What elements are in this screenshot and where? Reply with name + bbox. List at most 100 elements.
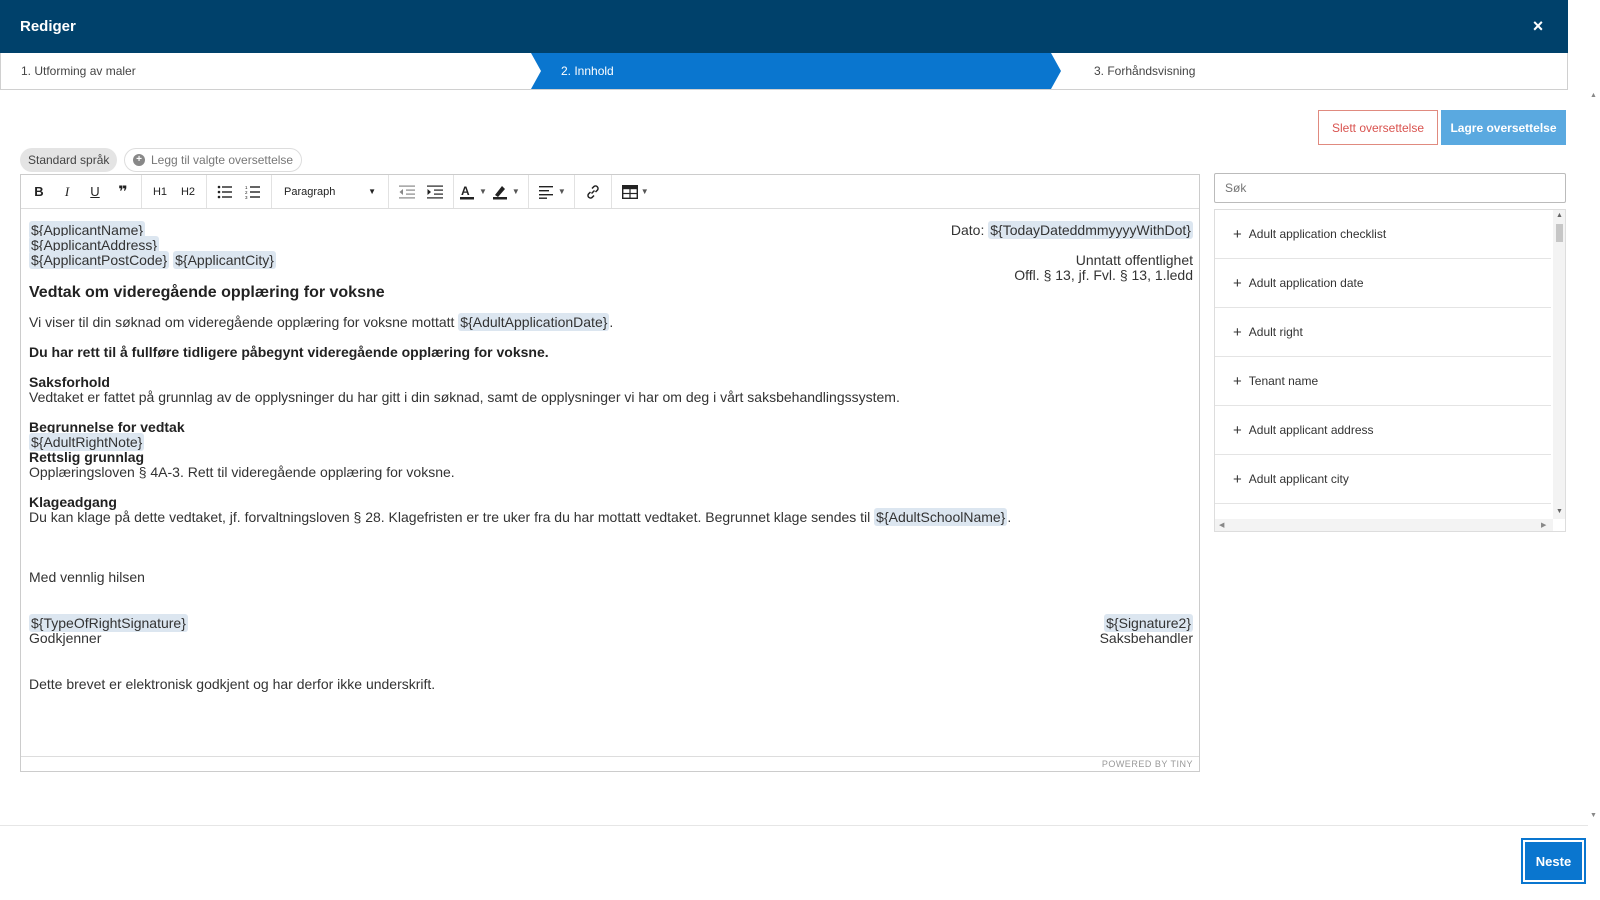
- table-icon: [621, 184, 638, 199]
- page-scrollbar[interactable]: ▲ ▼: [1588, 90, 1600, 825]
- save-translation-button[interactable]: Lagre oversettelse: [1441, 110, 1566, 145]
- table-group: ▼: [612, 175, 657, 208]
- appeal-end: .: [1007, 509, 1012, 525]
- underline-button[interactable]: U: [81, 179, 109, 205]
- placeholder-tag: ${ApplicantCity}: [173, 251, 276, 269]
- date-label: Dato:: [950, 222, 985, 238]
- rich-text-editor[interactable]: B I U ❞ H1 H2 123 Paragraph ▼ A ▼ ▼ ▼ ▼ …: [20, 174, 1200, 772]
- indent-group: [389, 175, 454, 208]
- table-button[interactable]: ▼: [616, 179, 653, 205]
- highlight-color-button[interactable]: ▼: [491, 179, 524, 205]
- step-content[interactable]: 2. Innhold: [561, 53, 614, 89]
- signature-role-approver: Godkjenner: [29, 630, 102, 646]
- case-heading: Saksforhold: [29, 374, 110, 390]
- placeholder-tag: ${AdultSchoolName}: [874, 508, 1008, 526]
- h2-button[interactable]: H2: [174, 179, 202, 205]
- right-statement: Du har rett til å fullføre tidligere påb…: [29, 344, 549, 360]
- footer-note: Dette brevet er elektronisk godkjent og …: [29, 676, 436, 692]
- exempt-line-1: Unntatt offentlighet: [1075, 252, 1193, 268]
- intro-end: .: [609, 314, 614, 330]
- list-item-label: Adult right: [1248, 325, 1303, 339]
- scroll-up-icon[interactable]: ▲: [1590, 92, 1597, 99]
- block-format-select[interactable]: Paragraph ▼: [276, 179, 384, 205]
- document-heading: Vedtak om videregående opplæring for vok…: [29, 284, 385, 301]
- placeholder-tag: ${ApplicantPostCode}: [29, 251, 170, 269]
- indent-icon[interactable]: [421, 179, 449, 205]
- block-format-value: Paragraph: [284, 185, 336, 198]
- plus-icon: +: [1233, 470, 1242, 488]
- chevron-down-icon: ▼: [368, 187, 376, 196]
- plus-icon: +: [1233, 225, 1242, 243]
- align-left-icon: [538, 185, 553, 199]
- chevron-down-icon: ▼: [511, 187, 520, 196]
- wizard-stepper: 1. Utforming av maler 2. Innhold 3. Forh…: [0, 53, 1568, 90]
- list-group: 123: [207, 175, 272, 208]
- align-button[interactable]: ▼: [533, 179, 570, 205]
- link-icon[interactable]: [579, 179, 607, 205]
- heading-group: H1 H2: [142, 175, 207, 208]
- greeting: Med vennlig hilsen: [29, 569, 145, 585]
- plus-icon: +: [1233, 323, 1242, 341]
- scroll-left-icon[interactable]: ◀: [1219, 521, 1224, 529]
- h1-button[interactable]: H1: [146, 179, 174, 205]
- blockquote-button[interactable]: ❞: [109, 179, 137, 205]
- powered-by-label[interactable]: POWERED BY TINY: [1102, 759, 1193, 769]
- format-group: B I U ❞: [21, 175, 142, 208]
- scroll-down-icon[interactable]: ▼: [1590, 812, 1597, 819]
- text-color-icon: A: [460, 184, 474, 199]
- add-translation-label: Legg til valgte oversettelse: [151, 153, 294, 167]
- scroll-right-icon[interactable]: ▶: [1541, 521, 1546, 529]
- exempt-line-2: Offl. § 13, jf. Fvl. § 13, 1.ledd: [1014, 267, 1193, 283]
- intro-text: Vi viser til din søknad om videregående …: [29, 314, 455, 330]
- text-color-button[interactable]: A ▼: [458, 179, 491, 205]
- close-icon[interactable]: ×: [1528, 16, 1548, 37]
- dialog-title: Rediger: [20, 18, 76, 35]
- svg-text:A: A: [461, 184, 470, 198]
- scroll-up-icon[interactable]: ▲: [1556, 212, 1563, 219]
- step-preview[interactable]: 3. Forhåndsvisning: [1094, 53, 1195, 89]
- appeal-heading: Klageadgang: [29, 494, 117, 510]
- list-item[interactable]: + Adult application date: [1215, 259, 1551, 308]
- italic-button[interactable]: I: [53, 179, 81, 205]
- bold-button[interactable]: B: [25, 179, 53, 205]
- placeholder-tag: ${AdultApplicationDate}: [458, 313, 610, 331]
- add-translation-chip[interactable]: + Legg til valgte oversettelse: [124, 148, 303, 172]
- dialog-header: Rediger ×: [0, 0, 1568, 53]
- scroll-down-icon[interactable]: ▼: [1556, 508, 1563, 515]
- outdent-icon[interactable]: [393, 179, 421, 205]
- list-item-label: Tenant name: [1248, 374, 1319, 388]
- chevron-down-icon: ▼: [640, 187, 649, 196]
- list-vertical-scrollbar[interactable]: ▲ ▼: [1553, 210, 1565, 519]
- list-horizontal-scrollbar[interactable]: ◀ ▶: [1215, 519, 1553, 531]
- next-button[interactable]: Neste: [1521, 838, 1586, 884]
- list-item-label: Adult application checklist: [1248, 227, 1387, 241]
- list-item[interactable]: + Adult right: [1215, 308, 1551, 357]
- placeholder-tag: ${TodayDateddmmyyyyWithDot}: [988, 221, 1193, 239]
- search-input[interactable]: [1225, 181, 1555, 195]
- list-item-label: Adult applicant city: [1248, 472, 1349, 486]
- list-item[interactable]: + Tenant name: [1215, 357, 1551, 406]
- standard-language-chip[interactable]: Standard språk: [20, 148, 118, 172]
- align-group: ▼: [529, 175, 575, 208]
- plus-icon: +: [1233, 274, 1242, 292]
- legal-heading: Rettslig grunnlag: [29, 449, 145, 465]
- bullet-list-icon[interactable]: [211, 179, 239, 205]
- list-item-label: Adult applicant address: [1248, 423, 1374, 437]
- signature-role-caseworker: Saksbehandler: [1099, 630, 1193, 646]
- list-item[interactable]: + Adult application checklist: [1215, 210, 1551, 259]
- scroll-thumb[interactable]: [1556, 224, 1563, 242]
- add-circle-icon: +: [133, 154, 145, 166]
- footer-divider: [0, 825, 1588, 826]
- numbered-list-icon[interactable]: 123: [239, 179, 267, 205]
- step-design-templates[interactable]: 1. Utforming av maler: [21, 53, 136, 89]
- delete-translation-button[interactable]: Slett oversettelse: [1318, 110, 1438, 145]
- link-group: [575, 175, 612, 208]
- color-group: A ▼ ▼: [454, 175, 529, 208]
- search-field[interactable]: [1214, 173, 1566, 203]
- legal-text: Opplæringsloven § 4A-3. Rett til videreg…: [29, 464, 455, 480]
- case-text: Vedtaket er fattet på grunnlag av de opp…: [29, 389, 900, 405]
- list-item[interactable]: + Adult applicant city: [1215, 455, 1551, 504]
- list-item[interactable]: + Adult applicant address: [1215, 406, 1551, 455]
- plus-icon: +: [1233, 421, 1242, 439]
- list-item-label: Adult application date: [1248, 276, 1364, 290]
